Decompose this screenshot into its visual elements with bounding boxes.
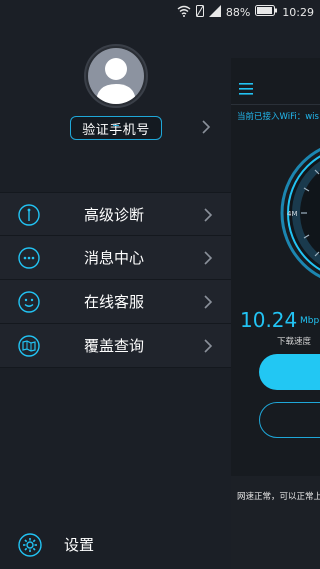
gear-icon bbox=[18, 533, 42, 557]
secondary-action-button[interactable] bbox=[259, 402, 320, 438]
default-user-avatar-icon bbox=[96, 58, 136, 104]
menu-item-label: 消息中心 bbox=[84, 249, 145, 267]
chevron-right-icon bbox=[203, 338, 213, 354]
wifi-status-text: 当前已接入WiFi：wis bbox=[237, 112, 319, 122]
navigation-drawer: 验证手机号 高级诊断 消息中心 在线客服 覆盖查询 设置 bbox=[0, 24, 231, 569]
cell-signal-icon bbox=[208, 4, 221, 20]
diagnostic-icon bbox=[18, 204, 40, 226]
status-icons: 88% 10:29 bbox=[177, 4, 314, 20]
chevron-right-icon bbox=[203, 294, 213, 310]
menu-item-label: 高级诊断 bbox=[84, 206, 145, 224]
verify-phone-button[interactable]: 验证手机号 bbox=[70, 116, 162, 140]
menu-item-label: 覆盖查询 bbox=[84, 337, 145, 355]
status-bar: 88% 10:29 bbox=[0, 0, 320, 24]
speed-test-area: 当前已接入WiFi：wis 4M 10.24 Mbp 下载速度 bbox=[231, 58, 320, 476]
gauge-tick-label: 4M bbox=[287, 210, 298, 218]
battery-icon bbox=[255, 5, 278, 19]
menu-item-coverage-query[interactable]: 覆盖查询 bbox=[0, 324, 231, 368]
avatar-frame[interactable] bbox=[84, 44, 148, 108]
menu-item-label: 在线客服 bbox=[84, 293, 145, 311]
verify-phone-label: 验证手机号 bbox=[82, 122, 150, 138]
avatar bbox=[88, 48, 144, 104]
download-speed-label: 下载速度 bbox=[277, 337, 312, 347]
profile-section[interactable]: 验证手机号 bbox=[0, 24, 231, 192]
chevron-right-icon bbox=[203, 207, 213, 223]
coverage-map-icon bbox=[18, 335, 40, 357]
wifi-signal-icon bbox=[177, 5, 191, 20]
download-speed-value: 10.24 bbox=[240, 308, 298, 332]
customer-service-icon bbox=[18, 291, 40, 313]
chevron-right-icon bbox=[203, 250, 213, 266]
menu-item-message-center[interactable]: 消息中心 bbox=[0, 236, 231, 280]
main-app-panel: 当前已接入WiFi：wis 4M 10.24 Mbp 下载速度 网速正常，可以正… bbox=[231, 58, 320, 569]
start-test-button[interactable] bbox=[259, 354, 320, 390]
battery-percent: 88% bbox=[225, 5, 251, 19]
download-speed-unit: Mbp bbox=[300, 316, 320, 326]
no-sim-icon bbox=[195, 4, 204, 20]
status-footer: 网速正常，可以正常上 bbox=[231, 476, 320, 569]
speed-gauge: 4M bbox=[279, 138, 320, 288]
message-icon bbox=[18, 247, 40, 269]
drawer-menu: 高级诊断 消息中心 在线客服 覆盖查询 bbox=[0, 192, 231, 368]
chevron-right-icon bbox=[201, 119, 211, 135]
network-status-text: 网速正常，可以正常上 bbox=[237, 492, 320, 502]
menu-item-online-support[interactable]: 在线客服 bbox=[0, 280, 231, 324]
header-divider bbox=[231, 104, 320, 105]
settings-label: 设置 bbox=[64, 536, 95, 554]
clock: 10:29 bbox=[282, 5, 314, 19]
menu-item-advanced-diagnosis[interactable]: 高级诊断 bbox=[0, 192, 231, 236]
menu-icon[interactable] bbox=[239, 80, 253, 95]
settings-item[interactable]: 设置 bbox=[0, 526, 231, 566]
